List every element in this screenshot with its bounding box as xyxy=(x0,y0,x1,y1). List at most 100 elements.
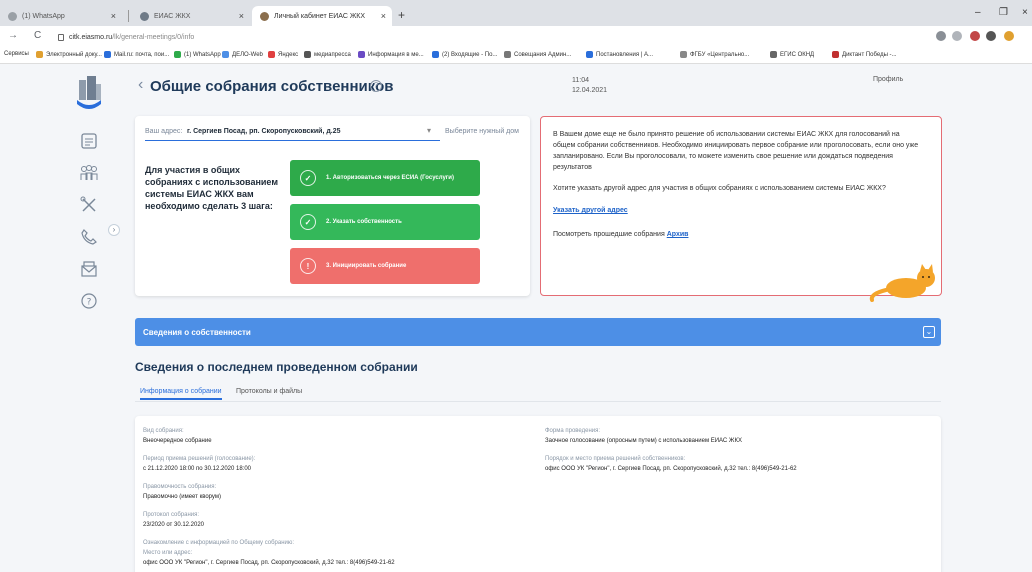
browser-tab-whatsapp[interactable]: (1) WhatsApp × xyxy=(0,6,122,26)
minimize-button[interactable]: – xyxy=(975,7,981,18)
window-close-button[interactable]: × xyxy=(1022,7,1028,18)
bookmark-item[interactable]: Совещания Админ... xyxy=(504,51,571,58)
maximize-button[interactable]: ❐ xyxy=(999,7,1008,18)
cat-illustration-icon xyxy=(869,264,935,302)
bookmark-item[interactable]: Яндекс xyxy=(268,51,298,58)
lock-icon xyxy=(58,33,64,41)
steps-intro: Для участия в общих собраниях с использо… xyxy=(145,165,278,211)
globe-icon xyxy=(140,11,149,21)
help-icon[interactable]: ? xyxy=(370,80,382,92)
dashboard-icon[interactable] xyxy=(78,130,100,152)
field-competence: Правомочность собрания: Правомочно (имее… xyxy=(143,484,221,500)
bookmark-icon xyxy=(174,51,181,58)
step-authorize[interactable]: ✓ 1. Авторизоваться через ЕСИА (Госуслуг… xyxy=(290,160,480,196)
step-initiate[interactable]: ! 3. Инициировать собрание xyxy=(290,248,480,284)
check-icon: ✓ xyxy=(300,214,316,230)
field-voting-period: Период приема решений (голосование): с 2… xyxy=(143,456,256,472)
phone-icon[interactable] xyxy=(78,226,100,248)
close-icon[interactable]: × xyxy=(381,11,386,21)
meeting-info-card: Вид собрания: Внеочередное собрание Пери… xyxy=(135,416,941,572)
bookmark-icon xyxy=(504,51,511,58)
whatsapp-icon xyxy=(8,11,17,21)
key-icon[interactable] xyxy=(936,31,946,41)
field-familiarization: Ознакомление с информацией по Общему соб… xyxy=(143,540,395,566)
people-icon[interactable] xyxy=(78,162,100,184)
field-decision-place: Порядок и место приема решений собственн… xyxy=(545,456,797,472)
archive-link[interactable]: Архив xyxy=(667,231,689,238)
tools-icon[interactable] xyxy=(78,194,100,216)
page-title: Общие собрания собственников xyxy=(150,78,394,95)
field-meeting-type: Вид собрания: Внеочередное собрание xyxy=(143,428,212,444)
field-meeting-form: Форма проведения: Заочное голосование (о… xyxy=(545,428,742,444)
field-protocol: Протокол собрания: 23/2020 от 30.12.2020 xyxy=(143,512,205,528)
puzzle-icon[interactable] xyxy=(986,31,996,41)
bookmark-item[interactable]: (1) WhatsApp xyxy=(174,51,221,58)
bookmark-icon xyxy=(36,51,43,58)
browser-tab-eias[interactable]: ЕИАС ЖКХ × xyxy=(132,6,250,26)
browser-tabstrip: (1) WhatsApp × ЕИАС ЖКХ × Личный кабинет… xyxy=(0,0,1032,26)
ownership-title: Сведения о собственности xyxy=(143,328,251,337)
chevron-down-icon[interactable]: ⌄ xyxy=(923,326,935,338)
mail-icon[interactable] xyxy=(78,258,100,280)
bookmark-item[interactable]: Электронный доку... xyxy=(36,51,102,58)
bookmark-icon xyxy=(432,51,439,58)
chevron-down-icon[interactable]: ▾ xyxy=(427,126,431,135)
url-field[interactable]: citk.eiasmo.ru/lk/general-meetings/0/inf… xyxy=(58,30,194,44)
app-content: ? › ‹ Общие собрания собственников ? 11:… xyxy=(0,64,1032,572)
bookmark-item[interactable]: Mail.ru: почта, пои... xyxy=(104,51,169,58)
bookmark-icon xyxy=(770,51,777,58)
close-icon[interactable]: × xyxy=(239,11,244,21)
bookmark-icon xyxy=(222,51,229,58)
extension-icon[interactable] xyxy=(970,31,980,41)
bookmark-icon xyxy=(268,51,275,58)
bookmark-item[interactable]: Информация в ме... xyxy=(358,51,424,58)
steps-card: Ваш адрес: г. Сергиев Посад, рп. Скоропу… xyxy=(135,116,530,296)
reload-icon[interactable]: C xyxy=(34,30,41,41)
address-label: Ваш адрес: xyxy=(145,128,183,135)
address-select[interactable]: г. Сергиев Посад, рп. Скоропусковский, д… xyxy=(187,128,341,135)
browser-tab-cabinet[interactable]: Личный кабинет ЕИАС ЖКХ × xyxy=(252,6,392,26)
avatar[interactable] xyxy=(1004,31,1014,41)
notice-question: Хотите указать другой адрес для участия … xyxy=(553,185,886,192)
datetime: 11:04 12.04.2021 xyxy=(572,77,608,94)
bookmark-item[interactable]: ДЕЛО-Web xyxy=(222,51,263,58)
bookmark-item[interactable]: Сервисы xyxy=(4,51,29,57)
bookmark-item[interactable]: Постановления | А... xyxy=(586,51,653,58)
section-title: Сведения о последнем проведенном собрани… xyxy=(135,360,418,374)
bookmark-item[interactable]: Диктант Победы -... xyxy=(832,51,897,58)
past-meetings: Посмотреть прошедшие собрания Архив xyxy=(553,231,689,238)
back-arrow-icon[interactable]: → xyxy=(8,30,18,41)
close-icon[interactable]: × xyxy=(111,11,116,21)
ownership-panel-toggle[interactable]: Сведения о собственности ⌄ xyxy=(135,318,941,346)
bookmark-icon xyxy=(832,51,839,58)
warning-icon: ! xyxy=(300,258,316,274)
check-icon: ✓ xyxy=(300,170,316,186)
building-logo-icon xyxy=(77,76,101,109)
star-icon[interactable] xyxy=(952,31,962,41)
bookmark-icon xyxy=(104,51,111,58)
bookmark-item[interactable]: ФГБУ «Центрально... xyxy=(680,51,749,58)
address-bar: → C citk.eiasmo.ru/lk/general-meetings/0… xyxy=(0,26,1032,48)
bookmark-item[interactable]: ЕГИС ОКНД xyxy=(770,51,814,58)
bookmark-icon xyxy=(304,51,311,58)
new-tab-button[interactable]: + xyxy=(398,8,405,22)
site-icon xyxy=(260,11,269,21)
profile-link[interactable]: Профиль xyxy=(873,76,903,83)
change-address-link[interactable]: Указать другой адрес xyxy=(553,207,628,214)
bookmark-icon xyxy=(680,51,687,58)
tab-meeting-info[interactable]: Информация о собрании xyxy=(140,388,222,400)
bookmark-icon xyxy=(586,51,593,58)
sidebar: ? xyxy=(64,64,114,572)
tab-protocols-files[interactable]: Протоколы и файлы xyxy=(236,388,302,395)
help-icon[interactable]: ? xyxy=(78,290,100,312)
step-property[interactable]: ✓ 2. Указать собственность xyxy=(290,204,480,240)
bookmark-item[interactable]: (2) Входящие - По... xyxy=(432,51,497,58)
notice-text: В Вашем доме еще не было принято решение… xyxy=(553,131,919,171)
bookmark-item[interactable]: медиапресса xyxy=(304,51,351,58)
bookmarks-bar: Сервисы Электронный доку... Mail.ru: поч… xyxy=(0,48,1032,64)
address-hint: Выберите нужный дом xyxy=(445,128,519,135)
svg-text:?: ? xyxy=(87,298,92,308)
back-chevron-icon[interactable]: ‹ xyxy=(138,76,143,94)
sidebar-toggle-button[interactable]: › xyxy=(108,224,120,236)
bookmark-icon xyxy=(358,51,365,58)
